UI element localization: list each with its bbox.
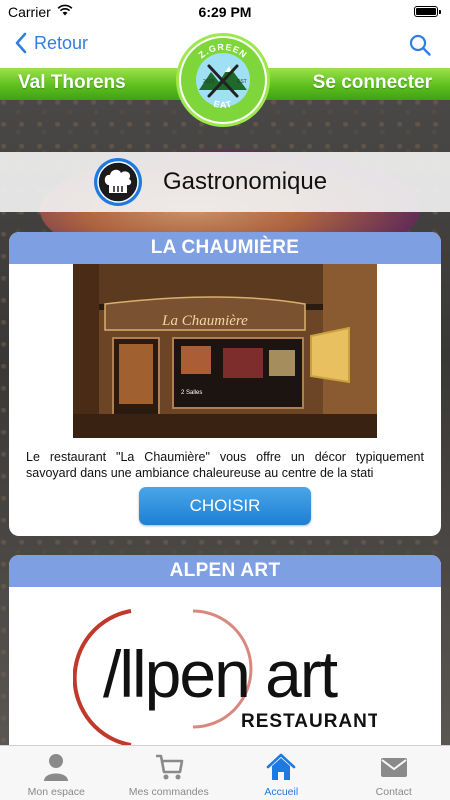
clock: 6:29 PM: [198, 4, 252, 20]
login-link[interactable]: Se connecter: [313, 72, 432, 94]
back-button[interactable]: Retour: [14, 32, 88, 54]
tab-label: Mon espace: [27, 786, 85, 798]
tab-accueil[interactable]: Accueil: [225, 746, 338, 800]
category-header: Gastronomique: [0, 152, 450, 212]
restaurant-description: Le restaurant "La Chaumière" vous offre …: [26, 450, 424, 480]
app-logo: Z.GREEN EAT EST 2015: [176, 33, 270, 127]
category-title: Gastronomique: [163, 168, 328, 195]
tab-contact[interactable]: Contact: [338, 746, 450, 800]
photo-caption: 2 Salles: [181, 390, 202, 396]
choose-button[interactable]: CHOISIR: [139, 487, 311, 525]
svg-text:EAT: EAT: [212, 99, 233, 111]
tab-label: Mes commandes: [128, 786, 209, 798]
logo-main-text: /llpen art: [103, 637, 338, 711]
tab-mon-espace[interactable]: Mon espace: [0, 746, 113, 800]
logo-year: 2015: [203, 79, 214, 85]
home-icon: [266, 753, 296, 780]
battery-icon: [414, 6, 441, 17]
logo-sub-text: RESTAURANT: [241, 711, 377, 732]
chef-hat-icon: [94, 158, 142, 206]
tab-bar: Mon espace Mes commandes Accueil Contact: [0, 745, 450, 800]
tab-label: Contact: [375, 786, 412, 798]
chevron-left-icon: [15, 32, 27, 54]
restaurant-name: LA CHAUMIÈRE: [9, 232, 441, 264]
restaurant-name: ALPEN ART: [9, 555, 441, 587]
user-icon: [44, 754, 69, 781]
restaurant-card: ALPEN ART /llpen art RESTAURANT: [9, 555, 441, 755]
cart-icon: [155, 754, 184, 780]
search-icon[interactable]: [408, 33, 432, 57]
restaurant-photo: La Chaumière 2 Salles: [73, 264, 377, 438]
logo-text-bottom: EAT: [212, 99, 232, 111]
restaurant-card: LA CHAUMIÈRE La Chaumière 2 Salles Le re…: [9, 232, 441, 536]
status-bar: Carrier 6:29 PM: [0, 0, 450, 24]
back-label: Retour: [34, 32, 89, 53]
mail-icon: [380, 758, 407, 777]
tab-mes-commandes[interactable]: Mes commandes: [113, 746, 226, 800]
restaurant-logo: /llpen art RESTAURANT: [73, 587, 377, 755]
photo-sign-text: La Chaumière: [161, 313, 248, 329]
tab-label: Accueil: [264, 786, 299, 798]
location-label: Val Thorens: [18, 72, 126, 93]
logo-est: EST: [237, 79, 247, 85]
